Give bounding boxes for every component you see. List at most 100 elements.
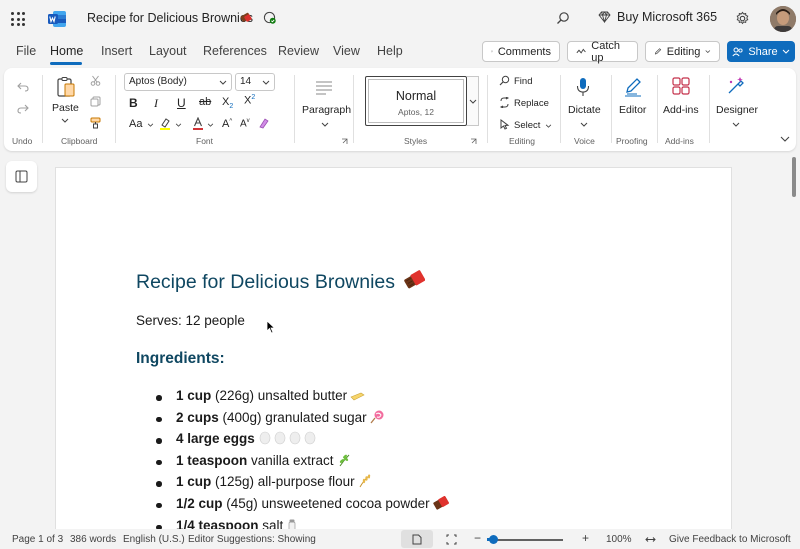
editor-suggestions-status[interactable]: Editor Suggestions: Showing bbox=[188, 534, 316, 545]
list-item[interactable]: 2 cups (400g) granulated sugar bbox=[156, 410, 449, 432]
select-cursor-icon[interactable] bbox=[499, 119, 510, 130]
serves-text[interactable]: Serves: 12 people bbox=[136, 313, 245, 328]
chevron-down-icon[interactable] bbox=[580, 122, 588, 127]
grow-font-button[interactable]: A^ bbox=[222, 118, 232, 130]
paste-icon[interactable] bbox=[55, 76, 77, 98]
bold-button[interactable]: B bbox=[129, 96, 138, 110]
navigation-pane-button[interactable] bbox=[6, 161, 37, 192]
ribbon-expand-chevron-icon[interactable] bbox=[780, 136, 790, 142]
document-heading[interactable]: Recipe for Delicious Brownies bbox=[136, 270, 426, 294]
subscript-button[interactable]: X2 bbox=[222, 96, 233, 110]
designer-icon[interactable] bbox=[726, 76, 746, 96]
tab-references[interactable]: References bbox=[203, 44, 267, 58]
addins-icon[interactable] bbox=[672, 77, 690, 95]
list-item[interactable]: 4 large eggs bbox=[156, 431, 449, 453]
change-case-button[interactable]: Aa bbox=[129, 118, 142, 130]
tab-insert[interactable]: Insert bbox=[101, 44, 132, 58]
focus-view-icon[interactable] bbox=[446, 534, 457, 545]
undo-icon[interactable] bbox=[17, 82, 29, 92]
dictate-label[interactable]: Dictate bbox=[568, 104, 601, 116]
zoom-slider-thumb[interactable] bbox=[489, 535, 498, 544]
strikethrough-button[interactable]: ab bbox=[199, 96, 211, 108]
redo-icon[interactable] bbox=[17, 104, 29, 114]
list-item[interactable]: 1/2 cup (45g) unsweetened cocoa powder bbox=[156, 495, 449, 518]
chevron-down-icon[interactable] bbox=[61, 118, 69, 123]
microphone-icon[interactable] bbox=[576, 77, 590, 97]
underline-button[interactable]: U bbox=[177, 96, 186, 110]
replace-icon[interactable] bbox=[499, 97, 510, 108]
chevron-down-icon[interactable] bbox=[175, 123, 182, 127]
tab-file[interactable]: File bbox=[16, 44, 36, 58]
addins-label[interactable]: Add-ins bbox=[663, 104, 699, 116]
list-item[interactable]: 1 cup (125g) all-purpose flour bbox=[156, 474, 449, 496]
tab-review[interactable]: Review bbox=[278, 44, 319, 58]
buy-microsoft-365-button[interactable]: Buy Microsoft 365 bbox=[598, 10, 717, 24]
word-logo-icon[interactable] bbox=[47, 10, 67, 28]
fit-width-icon[interactable] bbox=[645, 534, 656, 545]
chocolate-bar-icon bbox=[432, 495, 449, 510]
list-item[interactable]: 1 cup (226g) unsalted butter bbox=[156, 388, 449, 410]
tab-layout[interactable]: Layout bbox=[149, 44, 187, 58]
chevron-down-icon[interactable] bbox=[207, 123, 214, 127]
document-page[interactable]: Recipe for Delicious Brownies Serves: 12… bbox=[55, 167, 732, 537]
dialog-launcher-icon[interactable] bbox=[470, 138, 477, 145]
paste-label[interactable]: Paste bbox=[52, 102, 79, 114]
app-launcher-icon[interactable] bbox=[11, 12, 25, 26]
zoom-in-button[interactable]: + bbox=[582, 531, 589, 545]
chevron-down-icon[interactable] bbox=[732, 122, 740, 127]
clear-formatting-icon[interactable] bbox=[258, 117, 270, 129]
ingredients-heading[interactable]: Ingredients: bbox=[136, 350, 225, 368]
word-count[interactable]: 386 words bbox=[70, 534, 116, 545]
saved-status-icon[interactable] bbox=[263, 11, 276, 24]
comments-button[interactable]: Comments bbox=[482, 41, 560, 62]
give-feedback-link[interactable]: Give Feedback to Microsoft bbox=[669, 534, 791, 545]
gear-icon[interactable] bbox=[735, 11, 750, 26]
editor-pen-icon[interactable] bbox=[623, 76, 643, 98]
catch-up-button[interactable]: Catch up bbox=[567, 40, 638, 64]
select-label[interactable]: Select bbox=[514, 120, 540, 131]
editing-group-label: Editing bbox=[509, 136, 535, 146]
chevron-down-icon[interactable] bbox=[321, 122, 329, 127]
font-size-dropdown[interactable]: 14 bbox=[235, 73, 275, 91]
paragraph-label[interactable]: Paragraph bbox=[302, 104, 351, 116]
list-item[interactable]: 1 teaspoon vanilla extract bbox=[156, 453, 449, 475]
highlight-icon[interactable] bbox=[159, 117, 171, 130]
divider bbox=[560, 75, 561, 143]
search-icon[interactable] bbox=[556, 11, 570, 25]
font-color-icon[interactable] bbox=[192, 117, 204, 130]
designer-label[interactable]: Designer bbox=[716, 104, 758, 116]
ingredient-quantity: 2 cups bbox=[176, 409, 219, 425]
tab-view[interactable]: View bbox=[333, 44, 360, 58]
superscript-button[interactable]: X2 bbox=[244, 94, 255, 107]
paragraph-icon[interactable] bbox=[315, 80, 333, 96]
vertical-scrollbar[interactable] bbox=[792, 157, 796, 197]
print-layout-view-button[interactable] bbox=[401, 530, 433, 548]
tab-help[interactable]: Help bbox=[377, 44, 403, 58]
zoom-slider-track[interactable] bbox=[487, 539, 563, 541]
editing-mode-button[interactable]: Editing bbox=[645, 41, 720, 62]
shrink-font-button[interactable]: Av bbox=[240, 118, 250, 129]
style-normal[interactable]: Normal Aptos, 12 bbox=[365, 76, 467, 126]
zoom-level[interactable]: 100% bbox=[606, 534, 632, 545]
language-status[interactable]: English (U.S.) bbox=[123, 534, 185, 545]
chevron-down-icon[interactable] bbox=[147, 123, 154, 127]
dialog-launcher-icon[interactable] bbox=[341, 138, 348, 145]
page-count[interactable]: Page 1 of 3 bbox=[12, 534, 63, 545]
copy-icon[interactable] bbox=[90, 96, 101, 107]
editor-label[interactable]: Editor bbox=[619, 104, 646, 116]
replace-label[interactable]: Replace bbox=[514, 98, 549, 109]
cut-icon[interactable] bbox=[90, 75, 101, 86]
zoom-out-button[interactable]: − bbox=[474, 531, 481, 545]
font-name-dropdown[interactable]: Aptos (Body) bbox=[124, 73, 232, 91]
italic-button[interactable]: I bbox=[154, 96, 158, 111]
share-button[interactable]: Share bbox=[727, 41, 795, 62]
user-avatar[interactable] bbox=[770, 6, 796, 32]
document-title[interactable]: Recipe for Delicious Brownies bbox=[87, 11, 253, 25]
find-label[interactable]: Find bbox=[514, 76, 532, 87]
find-icon[interactable] bbox=[499, 75, 510, 86]
styles-gallery-expand[interactable] bbox=[467, 76, 479, 126]
herb-icon bbox=[339, 454, 349, 467]
chevron-down-icon[interactable] bbox=[545, 124, 552, 128]
format-painter-icon[interactable] bbox=[90, 117, 101, 129]
tab-home[interactable]: Home bbox=[50, 44, 83, 58]
